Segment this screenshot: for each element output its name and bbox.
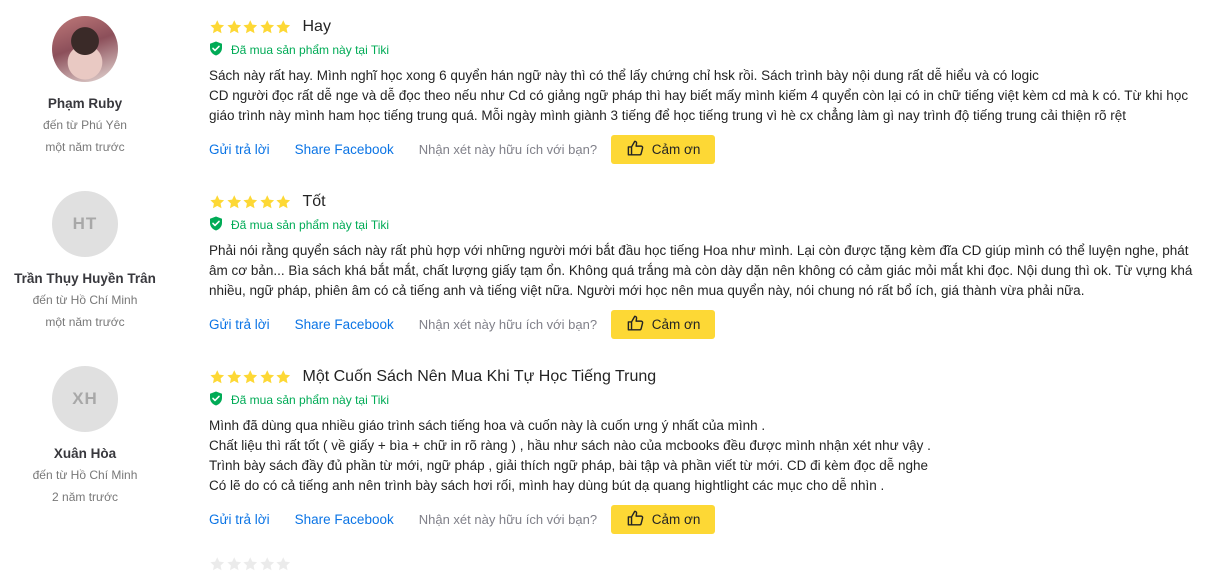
- review-body: Phải nói rằng quyển sách này rất phù hợp…: [209, 241, 1210, 301]
- next-review-stars-partial: [209, 556, 292, 572]
- review-title: Hay: [302, 18, 331, 35]
- user-location: đến từ Phú Yên: [43, 118, 127, 132]
- review-content: Tốt Đã mua sản phẩm này tại Tiki Phải nó…: [209, 191, 1210, 339]
- avatar: XH: [52, 366, 118, 432]
- thanks-button[interactable]: Cảm ơn: [611, 135, 716, 164]
- verified-purchase: Đã mua sản phẩm này tại Tiki: [209, 41, 1210, 59]
- star-rating: [209, 19, 292, 35]
- user-location: đến từ Hồ Chí Minh: [32, 293, 138, 307]
- thanks-button[interactable]: Cảm ơn: [611, 310, 716, 339]
- share-facebook-link[interactable]: Share Facebook: [295, 317, 394, 332]
- star-icon: [226, 195, 241, 209]
- thanks-label: Cảm ơn: [651, 142, 701, 157]
- helpful-question: Nhận xét này hữu ích với bạn?: [418, 317, 598, 332]
- share-facebook-link[interactable]: Share Facebook: [295, 142, 394, 157]
- star-rating: [209, 194, 292, 210]
- review-paragraph: Chất liệu thì rất tốt ( về giấy + bìa + …: [209, 438, 931, 453]
- thumbs-up-icon: [626, 509, 652, 531]
- star-icon: [259, 557, 274, 571]
- review-time: một năm trước: [45, 315, 125, 329]
- star-icon: [259, 370, 274, 384]
- reply-link[interactable]: Gửi trả lời: [209, 142, 270, 157]
- star-icon: [243, 370, 258, 384]
- review-paragraph: Có lẽ do có cả tiếng anh nên trình bày s…: [209, 478, 885, 493]
- review-title: Một Cuốn Sách Nên Mua Khi Tự Học Tiếng T…: [302, 368, 657, 385]
- star-rating: [209, 369, 292, 385]
- reply-link[interactable]: Gửi trả lời: [209, 317, 270, 332]
- thumbs-up-icon: [626, 139, 652, 161]
- user-location: đến từ Hồ Chí Minh: [32, 468, 138, 482]
- review-paragraph: CD người đọc rất dễ nge và dễ đọc theo n…: [209, 88, 1192, 123]
- shield-check-icon: [209, 391, 231, 409]
- helpful-question: Nhận xét này hữu ích với bạn?: [418, 512, 598, 527]
- thanks-label: Cảm ơn: [651, 512, 701, 527]
- star-icon: [210, 370, 225, 384]
- shield-check-icon: [209, 41, 231, 59]
- review-actions: Gửi trả lời Share Facebook Nhận xét này …: [209, 505, 1210, 534]
- user-name: Trần Thụy Huyền Trân: [14, 271, 156, 286]
- star-icon: [243, 557, 258, 571]
- review-time: 2 năm trước: [52, 490, 118, 504]
- share-facebook-link[interactable]: Share Facebook: [295, 512, 394, 527]
- review-body: Sách này rất hay. Mình nghĩ học xong 6 q…: [209, 66, 1210, 126]
- review-content: Hay Đã mua sản phẩm này tại Tiki Sách nà…: [209, 16, 1210, 164]
- user-name: Xuân Hòa: [53, 446, 117, 461]
- star-icon: [276, 370, 291, 384]
- avatar: HT: [52, 191, 118, 257]
- star-icon: [276, 195, 291, 209]
- star-icon: [276, 557, 291, 571]
- review-title: Tốt: [302, 193, 326, 210]
- verified-label: Đã mua sản phẩm này tại Tiki: [231, 393, 390, 407]
- star-icon: [210, 557, 225, 571]
- review-time: một năm trước: [45, 140, 125, 154]
- star-icon: [243, 20, 258, 34]
- star-icon: [259, 20, 274, 34]
- thanks-button[interactable]: Cảm ơn: [611, 505, 716, 534]
- review-paragraph: Phải nói rằng quyển sách này rất phù hợp…: [209, 243, 1197, 298]
- user-name: Phạm Ruby: [47, 96, 123, 111]
- review-paragraph: Sách này rất hay. Mình nghĩ học xong 6 q…: [209, 68, 1039, 83]
- review-body: Mình đã dùng qua nhiều giáo trình sách t…: [209, 416, 1210, 496]
- verified-label: Đã mua sản phẩm này tại Tiki: [231, 43, 390, 57]
- shield-check-icon: [209, 216, 231, 234]
- star-icon: [226, 370, 241, 384]
- star-icon: [243, 195, 258, 209]
- verified-purchase: Đã mua sản phẩm này tại Tiki: [209, 391, 1210, 409]
- review-paragraph: Trình bày sách đầy đủ phần từ mới, ngữ p…: [209, 458, 929, 473]
- thumbs-up-icon: [626, 314, 652, 336]
- star-icon: [210, 20, 225, 34]
- reply-link[interactable]: Gửi trả lời: [209, 512, 270, 527]
- star-icon: [226, 557, 241, 571]
- star-icon: [259, 195, 274, 209]
- review-actions: Gửi trả lời Share Facebook Nhận xét này …: [209, 310, 1210, 339]
- helpful-question: Nhận xét này hữu ích với bạn?: [418, 142, 598, 157]
- review-actions: Gửi trả lời Share Facebook Nhận xét này …: [209, 135, 1210, 164]
- avatar: [52, 16, 118, 82]
- thanks-label: Cảm ơn: [651, 317, 701, 332]
- star-icon: [226, 20, 241, 34]
- verified-purchase: Đã mua sản phẩm này tại Tiki: [209, 216, 1210, 234]
- review-paragraph: Mình đã dùng qua nhiều giáo trình sách t…: [209, 418, 766, 433]
- verified-label: Đã mua sản phẩm này tại Tiki: [231, 218, 390, 232]
- review-content: Một Cuốn Sách Nên Mua Khi Tự Học Tiếng T…: [209, 366, 1210, 534]
- star-icon: [210, 195, 225, 209]
- star-icon: [276, 20, 291, 34]
